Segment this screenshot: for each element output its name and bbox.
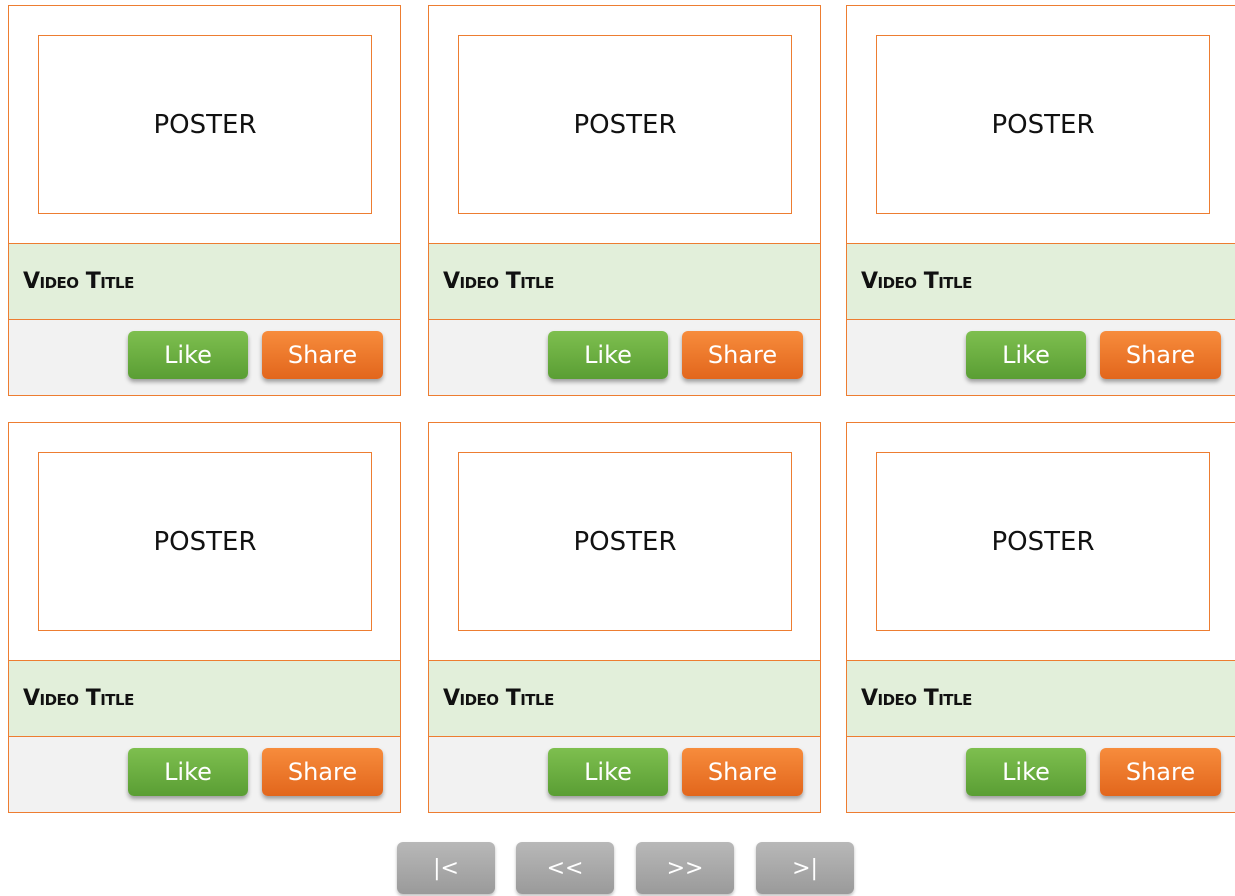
- video-title[interactable]: Video Title: [847, 660, 1235, 737]
- like-button[interactable]: Like: [548, 748, 668, 796]
- share-button[interactable]: Share: [682, 331, 803, 379]
- video-card: POSTER Video Title Like Share: [8, 422, 401, 813]
- share-button[interactable]: Share: [1100, 748, 1221, 796]
- card-actions: Like Share: [429, 737, 820, 812]
- previous-page-button[interactable]: <<: [516, 842, 614, 894]
- like-button[interactable]: Like: [128, 331, 248, 379]
- video-poster[interactable]: POSTER: [876, 35, 1210, 214]
- video-poster[interactable]: POSTER: [38, 35, 372, 214]
- like-button[interactable]: Like: [128, 748, 248, 796]
- video-card: POSTER Video Title Like Share: [428, 5, 821, 396]
- video-card: POSTER Video Title Like Share: [8, 5, 401, 396]
- video-poster[interactable]: POSTER: [458, 452, 792, 631]
- video-title[interactable]: Video Title: [429, 243, 820, 320]
- like-button[interactable]: Like: [966, 748, 1086, 796]
- like-button[interactable]: Like: [966, 331, 1086, 379]
- share-button[interactable]: Share: [1100, 331, 1221, 379]
- card-actions: Like Share: [9, 737, 400, 812]
- video-gallery: POSTER Video Title Like Share POSTER Vid…: [0, 0, 1235, 896]
- share-button[interactable]: Share: [262, 331, 383, 379]
- video-card: POSTER Video Title Like Share: [846, 5, 1235, 396]
- card-actions: Like Share: [9, 320, 400, 395]
- card-actions: Like Share: [847, 320, 1235, 395]
- share-button[interactable]: Share: [262, 748, 383, 796]
- video-title[interactable]: Video Title: [429, 660, 820, 737]
- next-page-button[interactable]: >>: [636, 842, 734, 894]
- video-title[interactable]: Video Title: [9, 660, 400, 737]
- video-title[interactable]: Video Title: [9, 243, 400, 320]
- video-card: POSTER Video Title Like Share: [846, 422, 1235, 813]
- last-page-button[interactable]: >|: [756, 842, 854, 894]
- like-button[interactable]: Like: [548, 331, 668, 379]
- first-page-button[interactable]: |<: [397, 842, 495, 894]
- video-poster[interactable]: POSTER: [458, 35, 792, 214]
- card-actions: Like Share: [429, 320, 820, 395]
- video-poster[interactable]: POSTER: [38, 452, 372, 631]
- share-button[interactable]: Share: [682, 748, 803, 796]
- video-poster[interactable]: POSTER: [876, 452, 1210, 631]
- card-actions: Like Share: [847, 737, 1235, 812]
- video-title[interactable]: Video Title: [847, 243, 1235, 320]
- video-card: POSTER Video Title Like Share: [428, 422, 821, 813]
